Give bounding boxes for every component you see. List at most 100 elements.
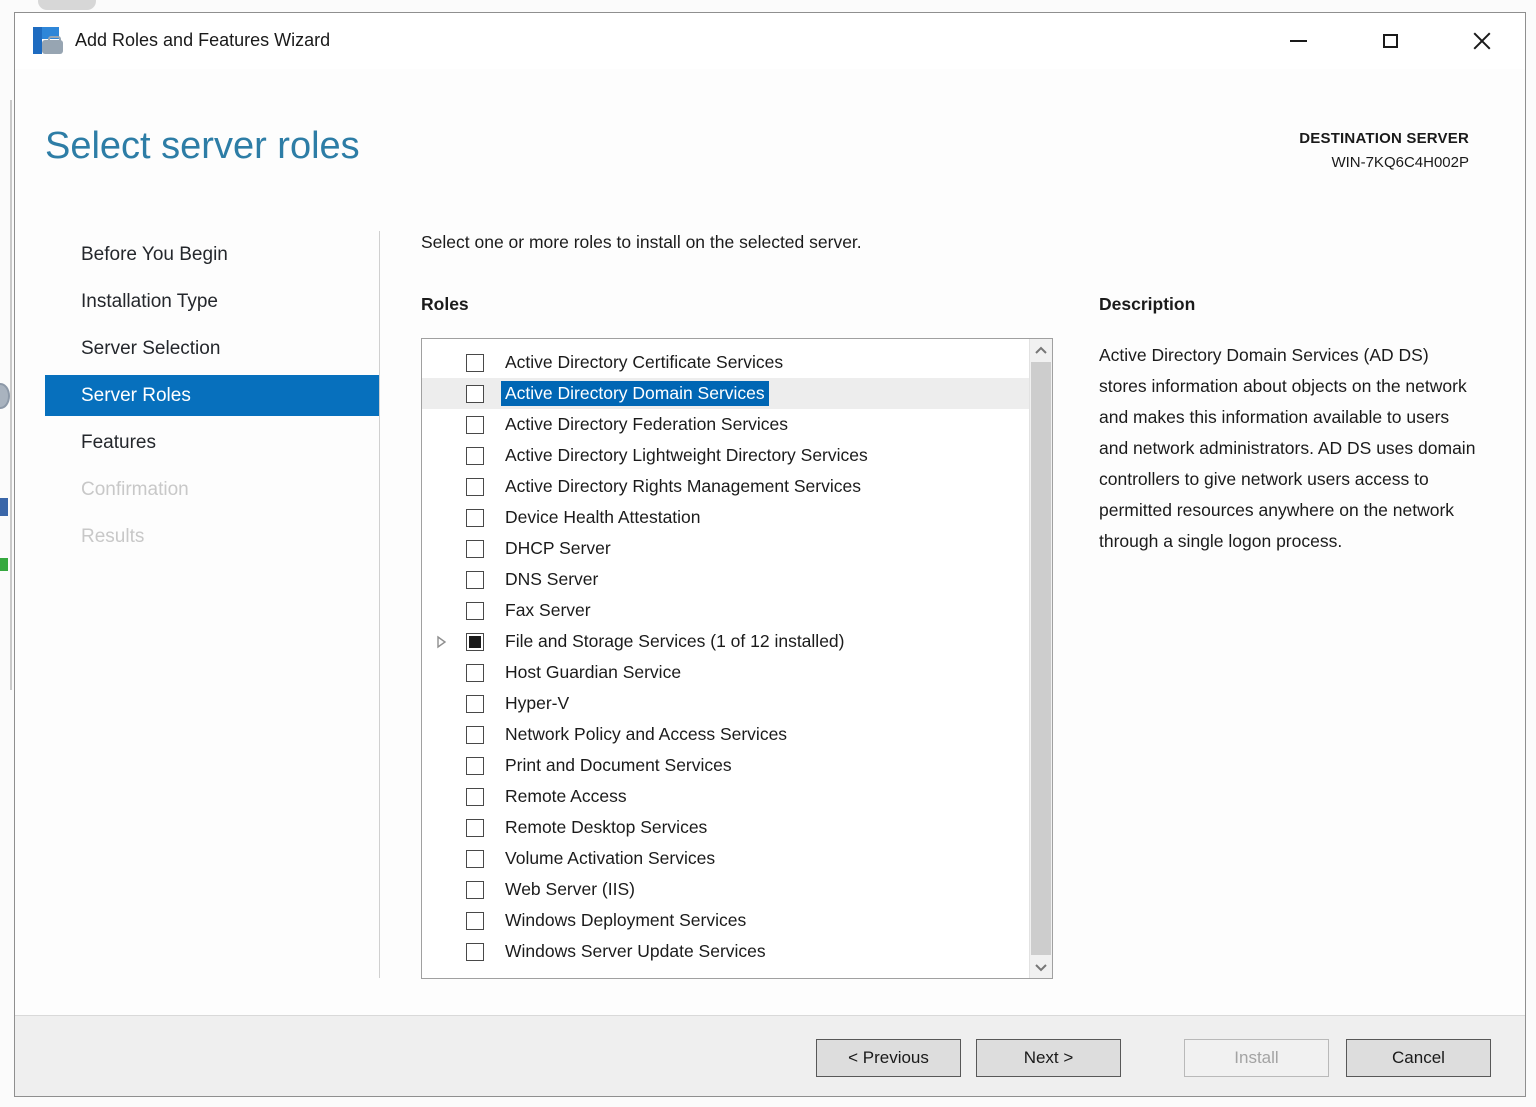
role-label[interactable]: Fax Server [501,598,595,623]
role-label[interactable]: Web Server (IIS) [501,877,639,902]
role-row-fax-server[interactable]: Fax Server [422,595,1029,626]
background-window-fragment [38,0,96,10]
scroll-up-icon[interactable] [1030,339,1052,361]
cancel-button[interactable]: Cancel [1346,1039,1491,1077]
role-checkbox[interactable] [466,911,484,930]
sidebar-item-label: Confirmation [81,478,189,500]
role-row-hyper-v[interactable]: Hyper-V [422,688,1029,719]
role-row-dns-server[interactable]: DNS Server [422,564,1029,595]
server-manager-wizard-icon [31,25,65,57]
role-label[interactable]: Print and Document Services [501,753,736,778]
sidebar-item-installation-type[interactable]: Installation Type [45,278,379,325]
sidebar-item-label: Installation Type [81,290,218,312]
role-label[interactable]: Remote Access [501,784,631,809]
role-checkbox[interactable] [466,694,484,713]
role-label[interactable]: Active Directory Federation Services [501,412,792,437]
icon-pole-part [33,27,42,54]
expand-arrow-icon[interactable] [436,635,466,649]
install-button[interactable]: Install [1184,1039,1329,1077]
page-title: Select server roles [45,125,360,167]
sidebar-item-label: Results [81,525,145,547]
role-checkbox[interactable] [466,632,484,651]
role-row-device-health-attestation[interactable]: Device Health Attestation [422,502,1029,533]
wizard-nav: Before You Begin Installation Type Server … [45,231,379,560]
role-checkbox[interactable] [466,942,484,961]
role-checkbox[interactable] [466,570,484,589]
role-checkbox[interactable] [466,818,484,837]
role-label[interactable]: Windows Deployment Services [501,908,750,933]
role-checkbox[interactable] [466,446,484,465]
role-row-active-directory-certificate-services[interactable]: Active Directory Certificate Services [422,347,1029,378]
role-row-network-policy-and-access-services[interactable]: Network Policy and Access Services [422,719,1029,750]
sidebar-item-features[interactable]: Features [45,419,379,466]
sidebar-item-server-roles[interactable]: Server Roles [45,375,379,416]
sidebar-item-server-selection[interactable]: Server Selection [45,325,379,372]
role-label[interactable]: Network Policy and Access Services [501,722,791,747]
role-checkbox[interactable] [466,880,484,899]
role-label[interactable]: Active Directory Domain Services [501,381,769,406]
role-label[interactable]: Volume Activation Services [501,846,719,871]
role-label[interactable]: Windows Server Update Services [501,939,770,964]
destination-server-label: DESTINATION SERVER [1299,130,1469,147]
role-checkbox[interactable] [466,787,484,806]
scrollbar-thumb[interactable] [1031,362,1051,955]
role-checkbox[interactable] [466,384,484,403]
role-row-active-directory-lightweight-directory-services[interactable]: Active Directory Lightweight Directory S… [422,440,1029,471]
role-checkbox[interactable] [466,539,484,558]
role-row-windows-deployment-services[interactable]: Windows Deployment Services [422,905,1029,936]
role-label[interactable]: DHCP Server [501,536,615,561]
role-checkbox[interactable] [466,508,484,527]
role-row-volume-activation-services[interactable]: Volume Activation Services [422,843,1029,874]
background-icon-fragment [0,498,8,516]
role-label[interactable]: Active Directory Certificate Services [501,350,787,375]
sidebar-item-label: Server Selection [81,337,221,359]
destination-server-name: WIN-7KQ6C4H002P [1331,154,1469,171]
sidebar-item-confirmation: Confirmation [45,466,379,513]
background-window-edge [10,100,12,690]
role-checkbox[interactable] [466,756,484,775]
role-row-web-server-iis[interactable]: Web Server (IIS) [422,874,1029,905]
role-checkbox[interactable] [466,415,484,434]
roles-listbox: Active Directory Certificate Services Act… [421,338,1053,979]
close-button[interactable] [1461,21,1503,61]
title-bar[interactable]: Add Roles and Features Wizard [15,13,1525,69]
role-label[interactable]: Hyper-V [501,691,573,716]
roles-listbox-items: Active Directory Certificate Services Act… [422,339,1029,978]
role-row-remote-access[interactable]: Remote Access [422,781,1029,812]
role-row-print-and-document-services[interactable]: Print and Document Services [422,750,1029,781]
role-row-dhcp-server[interactable]: DHCP Server [422,533,1029,564]
sidebar-item-label: Server Roles [81,384,191,406]
footer-bar: < Previous Next > Install Cancel [15,1015,1525,1096]
sidebar-item-before-you-begin[interactable]: Before You Begin [45,231,379,278]
role-label[interactable]: Active Directory Rights Management Servi… [501,474,865,499]
previous-button[interactable]: < Previous [816,1039,961,1077]
role-row-host-guardian-service[interactable]: Host Guardian Service [422,657,1029,688]
role-row-windows-server-update-services[interactable]: Windows Server Update Services [422,936,1029,967]
role-label[interactable]: Active Directory Lightweight Directory S… [501,443,872,468]
role-row-file-and-storage-services-1-of-12-installed[interactable]: File and Storage Services (1 of 12 insta… [422,626,1029,657]
role-checkbox[interactable] [466,601,484,620]
scroll-down-icon[interactable] [1030,956,1052,978]
role-label[interactable]: Host Guardian Service [501,660,685,685]
roles-scrollbar[interactable] [1029,339,1052,978]
role-row-active-directory-domain-services[interactable]: Active Directory Domain Services [422,378,1029,409]
role-row-active-directory-federation-services[interactable]: Active Directory Federation Services [422,409,1029,440]
role-checkbox[interactable] [466,725,484,744]
role-label[interactable]: File and Storage Services (1 of 12 insta… [501,629,848,654]
maximize-button[interactable] [1369,21,1411,61]
role-label[interactable]: Device Health Attestation [501,505,705,530]
next-button[interactable]: Next > [976,1039,1121,1077]
role-label[interactable]: Remote Desktop Services [501,815,711,840]
role-checkbox[interactable] [466,849,484,868]
role-row-remote-desktop-services[interactable]: Remote Desktop Services [422,812,1029,843]
maximize-icon [1382,34,1398,48]
role-label[interactable]: DNS Server [501,567,602,592]
sidebar-divider [379,231,380,978]
role-checkbox[interactable] [466,353,484,372]
description-text: Active Directory Domain Services (AD DS)… [1099,345,1476,551]
role-checkbox[interactable] [466,477,484,496]
role-row-active-directory-rights-management-services[interactable]: Active Directory Rights Management Servi… [422,471,1029,502]
role-checkbox[interactable] [466,663,484,682]
background-icon-fragment [0,558,8,571]
minimize-button[interactable] [1277,21,1319,61]
